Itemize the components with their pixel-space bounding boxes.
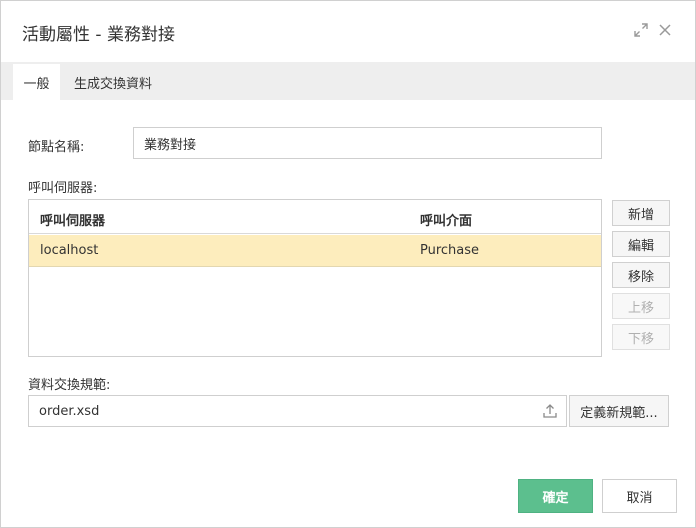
server-table: 呼叫伺服器 呼叫介面 localhost Purchase (28, 199, 602, 357)
properties-dialog: 活動屬性 - 業務對接 一般 生成交換資料 節點名稱: 業務對接 呼叫伺服器: … (0, 0, 696, 528)
node-name-label: 節點名稱: (28, 140, 85, 155)
define-schema-button[interactable]: 定義新規範... (569, 395, 669, 427)
move-up-button[interactable]: 上移 (612, 293, 670, 319)
tab-general[interactable]: 一般 (13, 64, 60, 100)
upload-icon[interactable] (542, 403, 558, 419)
table-row[interactable]: localhost Purchase (29, 235, 601, 267)
add-button[interactable]: 新增 (612, 200, 670, 226)
column-header-server[interactable]: 呼叫伺服器 (40, 210, 105, 229)
tab-bar: 一般 生成交換資料 (1, 62, 695, 100)
cancel-button[interactable]: 取消 (602, 479, 677, 513)
remove-button[interactable]: 移除 (612, 262, 670, 288)
cell-server: localhost (40, 243, 99, 258)
title-bar: 活動屬性 - 業務對接 (1, 1, 695, 61)
call-server-label: 呼叫伺服器: (28, 181, 98, 196)
node-name-input[interactable]: 業務對接 (133, 127, 602, 159)
expand-icon[interactable] (633, 22, 649, 38)
table-header: 呼叫伺服器 呼叫介面 (29, 200, 601, 234)
title-controls (633, 22, 673, 38)
move-down-button[interactable]: 下移 (612, 324, 670, 350)
dialog-title: 活動屬性 - 業務對接 (22, 25, 175, 45)
schema-label: 資料交換規範: (28, 378, 111, 393)
close-icon[interactable] (657, 22, 673, 38)
tab-generate-exchange-data[interactable]: 生成交換資料 (67, 64, 159, 100)
ok-button[interactable]: 確定 (518, 479, 593, 513)
cell-interface: Purchase (420, 243, 480, 258)
column-header-interface[interactable]: 呼叫介面 (420, 210, 472, 229)
edit-button[interactable]: 編輯 (612, 231, 670, 257)
schema-input[interactable]: order.xsd (28, 395, 567, 427)
